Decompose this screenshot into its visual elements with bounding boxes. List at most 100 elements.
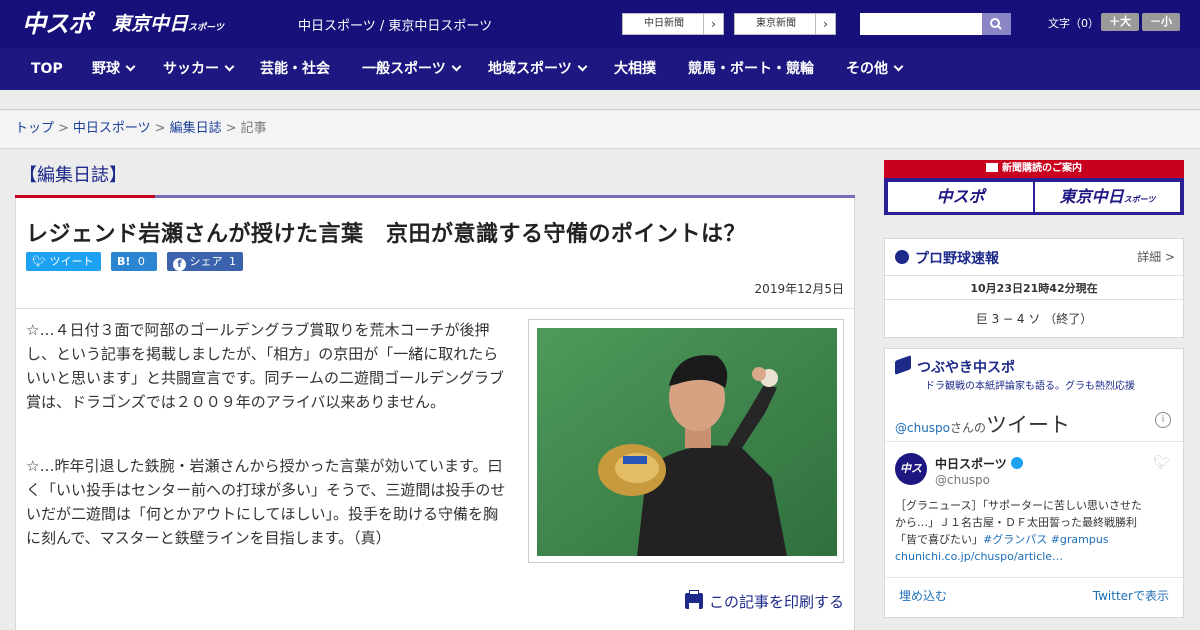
baseball-detail-link[interactable]: 詳細 >	[1137, 248, 1175, 265]
tokyo-logo-text: 東京中日	[112, 13, 189, 35]
tweet-account-handle[interactable]: @chuspo	[935, 473, 990, 487]
chuspo-logo[interactable]: 中スポ	[22, 8, 102, 40]
article-photo-frame	[528, 319, 844, 563]
print-label: この記事を印刷する	[708, 593, 844, 611]
tweets-heading: @chuspoさんのツイート	[895, 409, 1070, 439]
subscribe-tokyo-button[interactable]: 東京中日スポーツ	[1035, 182, 1180, 212]
nav-item-racing[interactable]: 競馬・ボート・競輪	[688, 48, 814, 90]
chunichi-shimbun-button[interactable]: 中日新聞 ›	[622, 13, 724, 35]
breadcrumb-section-link[interactable]: 編集日誌	[170, 121, 222, 136]
font-larger-button[interactable]: ＋大	[1101, 13, 1139, 31]
chevron-right-icon: ›	[815, 14, 835, 34]
nav-item-soccer[interactable]: サッカー	[163, 48, 235, 90]
baseball-icon	[895, 250, 909, 264]
subscribe-tokyo-sub: スポーツ	[1123, 195, 1156, 204]
chevron-down-icon	[125, 61, 136, 72]
tweets-widget: つぶやき中スポ ドラ観戦の本紙評論家も語る。グラも熱烈応援 @chuspoさんの…	[884, 348, 1184, 618]
article-date: 2019年12月5日	[754, 282, 844, 296]
baseball-score[interactable]: 巨 3 − 4 ソ （終了）	[885, 310, 1183, 327]
player-photo-illustration	[537, 328, 837, 556]
nav-label: 一般スポーツ	[362, 61, 446, 77]
nav-item-baseball[interactable]: 野球	[92, 48, 136, 90]
subscription-heading: 新聞購読のご案内	[884, 160, 1184, 178]
hatena-count: 0	[137, 255, 145, 268]
nav-item-sumo[interactable]: 大相撲	[614, 48, 656, 90]
tweet-text-segment: 「皆で喜びたい」	[895, 533, 983, 546]
breadcrumb-top-link[interactable]: トップ	[15, 121, 54, 136]
twitter-bird-icon: 🐦︎	[32, 255, 46, 268]
nav-item-top[interactable]: TOP	[31, 48, 63, 90]
facebook-f-icon: f	[173, 258, 186, 271]
print-article-link[interactable]: この記事を印刷する	[684, 590, 844, 612]
tweet-hashtags[interactable]: #グランパス #grampus	[983, 533, 1109, 546]
subscription-heading-text: 新聞購読のご案内	[1002, 163, 1082, 174]
embed-link[interactable]: 埋め込む	[899, 587, 947, 604]
article-card: レジェンド岩瀬さんが授けた言葉 京田が意識する守備のポイントは？ 🐦︎ ツイート…	[15, 198, 855, 630]
breadcrumb-chuspo-link[interactable]: 中日スポーツ	[73, 121, 151, 136]
nav-item-entertainment[interactable]: 芸能・社会	[260, 48, 330, 90]
baseball-title: プロ野球速報	[915, 251, 999, 267]
breadcrumb-separator: >	[58, 121, 69, 136]
tweet-account-name[interactable]: 中日スポーツ	[935, 455, 1023, 472]
tweet-link[interactable]: chunichi.co.jp/chuspo/article…	[895, 548, 1175, 565]
printer-icon	[684, 590, 703, 609]
facebook-share-label: シェア	[189, 255, 223, 268]
megaphone-icon	[895, 355, 911, 375]
tweet-text-line: ［グラニュース］「サポーターに苦しい思いさせた	[895, 499, 1142, 512]
header-spacer	[0, 90, 1200, 110]
article-paragraph: ☆…昨年引退した鉄腕・岩瀬さんから授かった言葉が効いています。曰く「いい投手はセ…	[26, 457, 506, 547]
chevron-right-icon: ›	[703, 14, 723, 34]
handle-suffix: さんの	[950, 421, 987, 435]
breadcrumb-separator: >	[154, 121, 166, 136]
tweets-heading-text: ツイート	[986, 413, 1071, 437]
font-smaller-button[interactable]: －小	[1142, 13, 1180, 31]
twitter-bird-icon[interactable]: 🐦︎	[1153, 455, 1171, 471]
main-nav: TOP 野球 サッカー 芸能・社会 一般スポーツ 地域スポーツ 大相撲 競馬・ボ…	[0, 48, 1200, 90]
chuspo-handle-link[interactable]: @chuspo	[895, 421, 950, 435]
tokyo-chunichi-logo[interactable]: 東京中日スポーツ	[112, 10, 224, 40]
nav-label: その他	[846, 61, 888, 77]
facebook-count: 1	[229, 255, 236, 268]
baseball-timestamp: 10月23日21時42分現在	[970, 282, 1098, 295]
article-paragraph: ☆…４日付３面で阿部のゴールデングラブ賞取りを荒木コーチが後押し、という記事を掲…	[26, 321, 505, 411]
nav-item-general-sports[interactable]: 一般スポーツ	[362, 48, 462, 90]
view-on-twitter-link[interactable]: Twitterで表示	[1093, 587, 1169, 604]
article-column: 【編集日誌】 レジェンド岩瀬さんが授けた言葉 京田が意識する守備のポイントは？ …	[15, 149, 855, 630]
nav-label: TOP	[31, 61, 63, 77]
chuspo-avatar[interactable]: 中ス	[895, 453, 927, 485]
nav-item-regional-sports[interactable]: 地域スポーツ	[488, 48, 588, 90]
tweet-text: ［グラニュース］「サポーターに苦しい思いさせた から…」Ｊ１名古屋・ＤＦ太田誓っ…	[895, 497, 1175, 565]
baseball-scores-widget: プロ野球速報 詳細 > 10月23日21時42分現在 巨 3 − 4 ソ （終了…	[884, 238, 1184, 338]
search-icon	[990, 18, 1002, 30]
tweet-button[interactable]: 🐦︎ ツイート	[26, 252, 101, 271]
chunichi-shimbun-label: 中日新聞	[644, 18, 684, 29]
facebook-share-button[interactable]: f シェア 1	[167, 252, 243, 271]
search-button[interactable]	[982, 13, 1011, 35]
hatena-bookmark-button[interactable]: B! 0	[111, 252, 157, 271]
breadcrumb-current: 記事	[240, 121, 267, 136]
search-input[interactable]	[860, 13, 982, 35]
divider	[885, 441, 1183, 442]
nav-label: サッカー	[163, 61, 219, 77]
tweet-text-line: 「皆で喜びたい」#グランパス #grampus	[895, 531, 1175, 548]
info-icon[interactable]: i	[1155, 412, 1171, 428]
tokyo-shimbun-button[interactable]: 東京新聞 ›	[734, 13, 836, 35]
subscribe-chuspo-button[interactable]: 中スポ	[888, 182, 1033, 212]
nav-label: 競馬・ボート・競輪	[688, 61, 814, 77]
tweet-text-line: から…」Ｊ１名古屋・ＤＦ太田誓った最終戦勝利	[895, 514, 1175, 531]
chevron-down-icon	[577, 61, 588, 72]
section-title: 【編集日誌】	[19, 165, 127, 186]
divider	[885, 299, 1183, 300]
divider	[885, 275, 1183, 276]
chevron-down-icon	[224, 61, 235, 72]
tokyo-logo-sub: スポーツ	[188, 23, 224, 33]
tweet-label: ツイート	[49, 255, 94, 268]
nav-item-other[interactable]: その他	[846, 48, 904, 90]
article-photo[interactable]	[537, 328, 837, 556]
tweet-text-segment: から…」Ｊ１名古屋・ＤＦ太田誓った最終戦勝利	[895, 516, 1137, 529]
nav-label: 野球	[92, 61, 120, 77]
site-title-link[interactable]: 中日スポーツ / 東京中日スポーツ	[298, 15, 492, 34]
breadcrumb: トップ > 中日スポーツ > 編集日誌 > 記事	[0, 111, 1200, 149]
subscribe-tokyo-text: 東京中日	[1059, 187, 1124, 206]
breadcrumb-separator: >	[225, 121, 237, 136]
